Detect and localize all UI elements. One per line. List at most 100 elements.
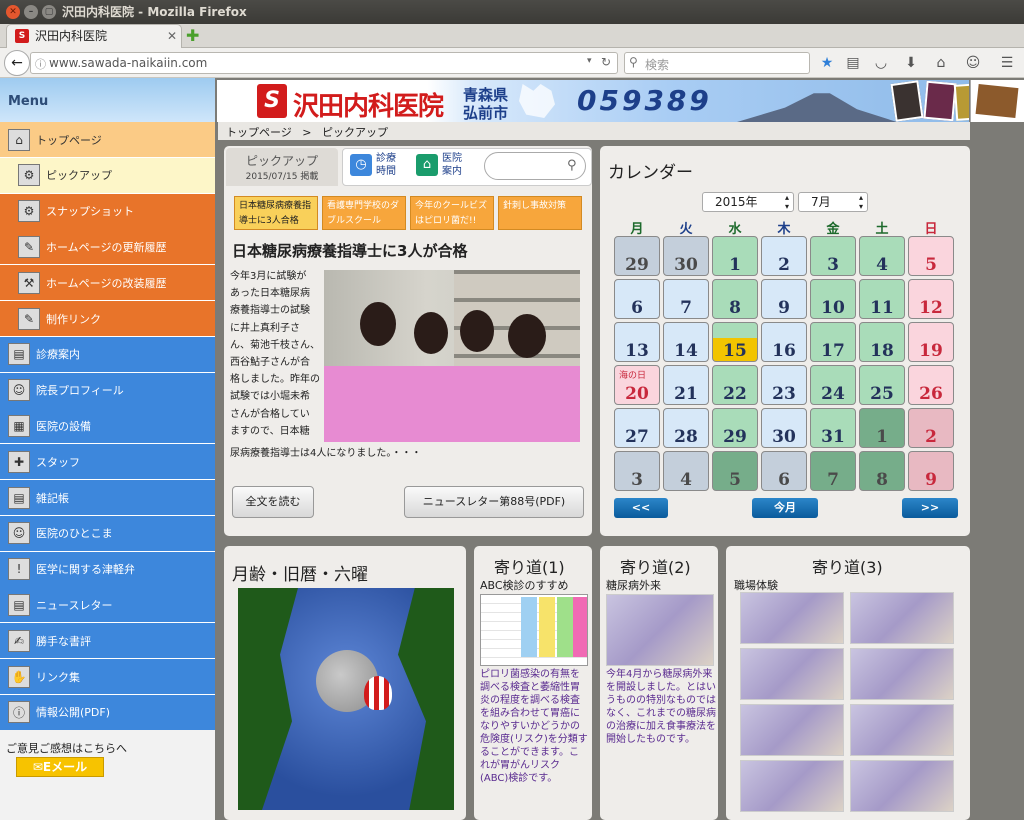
next-month-button[interactable]: >> [902, 498, 958, 518]
sidebar-item-12[interactable]: ☺ 医院のひとこま [0, 515, 215, 552]
close-tab-icon[interactable]: ✕ [167, 25, 177, 47]
email-button[interactable]: ✉Eメール [16, 757, 104, 777]
calendar-day[interactable]: 30 [761, 408, 807, 448]
calendar-day[interactable]: 24 [810, 365, 856, 405]
sidebar-item-15[interactable]: ✍ 勝手な書評 [0, 623, 215, 660]
sidebar-item-4[interactable]: ✎ ホームページの更新履歴 [0, 229, 215, 266]
calendar-day[interactable]: 9 [908, 451, 954, 491]
url-bar[interactable]: ⓘ www.sawada-naikaiin.com ▾ ↻ [30, 52, 618, 74]
sidebar-item-2[interactable]: ⚙ ピックアップ [0, 157, 215, 194]
sidebar-item-17[interactable]: ⓘ 情報公開(PDF) [0, 694, 215, 731]
calendar-day[interactable]: 1 [859, 408, 905, 448]
calendar-day[interactable]: 27 [614, 408, 660, 448]
calendar-day[interactable]: 2 [761, 236, 807, 276]
sidebar-item-16[interactable]: ✋ リンク集 [0, 659, 215, 695]
site-search-input[interactable]: ⚲ [484, 152, 586, 180]
calendar-day[interactable]: 31 [810, 408, 856, 448]
calendar-day[interactable]: 25 [859, 365, 905, 405]
calendar-day[interactable]: 22 [712, 365, 758, 405]
sidebar-item-10[interactable]: ✚ スタッフ [0, 444, 215, 481]
sidebar-item-8[interactable]: ☺ 院長プロフィール [0, 372, 215, 409]
sidebar-item-7[interactable]: ▤ 診療案内 [0, 336, 215, 373]
calendar-day[interactable]: 20 海の日 [614, 365, 660, 405]
sidebar-item-label: 情報公開(PDF) [36, 706, 111, 720]
sidebar-item-14[interactable]: ▤ ニュースレター [0, 587, 215, 624]
sidebar-item-13[interactable]: ! 医学に関する津軽弁 [0, 551, 215, 588]
calendar-day[interactable]: 5 [908, 236, 954, 276]
sidebar-item-6[interactable]: ✎ 制作リンク [0, 301, 215, 337]
year-select[interactable]: 2015年 ▴ ▾ [702, 192, 794, 212]
calendar-day[interactable]: 28 [663, 408, 709, 448]
calendar-day[interactable]: 3 [810, 236, 856, 276]
calendar-day[interactable]: 21 [663, 365, 709, 405]
pickup-tag-3[interactable]: 今年のクールビズはピロリ菌だ!! [410, 196, 494, 230]
newsletter-pdf-button[interactable]: ニュースレター第88号(PDF) [404, 486, 584, 518]
calendar-day[interactable]: 4 [859, 236, 905, 276]
calendar-day[interactable]: 8 [859, 451, 905, 491]
calendar-day[interactable]: 29 [712, 408, 758, 448]
menu-hamburger-icon[interactable]: ☰ [996, 52, 1018, 74]
calendar-day[interactable]: 14 [663, 322, 709, 362]
calendar-day[interactable]: 19 [908, 322, 954, 362]
dropdown-arrow-icon[interactable]: ▾ [587, 56, 592, 66]
calendar-day[interactable]: 7 [810, 451, 856, 491]
calendar-day[interactable]: 6 [761, 451, 807, 491]
prev-month-button[interactable]: << [614, 498, 668, 518]
pickup-tag-1[interactable]: 日本糖尿病療養指導士に3人合格 [234, 196, 318, 230]
close-window-button[interactable]: ✕ [6, 5, 20, 19]
calendar-day-number: 31 [821, 427, 845, 447]
calendar-day[interactable]: 12 [908, 279, 954, 319]
sidebar-item-5[interactable]: ⚒ ホームページの改装履歴 [0, 265, 215, 302]
calendar-day[interactable]: 2 [908, 408, 954, 448]
clinic-guide-link[interactable]: ⌂ 医院 案内 [416, 152, 474, 182]
download-icon[interactable]: ⬇ [900, 52, 922, 74]
sidebar-item-9[interactable]: ▦ 医院の設備 [0, 408, 215, 445]
calendar-day[interactable]: 13 [614, 322, 660, 362]
minimize-window-button[interactable]: – [24, 5, 38, 19]
search-box[interactable]: ⚲ 検索 [624, 52, 810, 74]
calendar-day[interactable]: 17 [810, 322, 856, 362]
calendar-day[interactable]: 30 [663, 236, 709, 276]
calendar-day[interactable]: 15 [712, 322, 758, 362]
breadcrumb-home-link[interactable]: トップページ [226, 126, 292, 139]
pocket-icon[interactable]: ◡ [870, 52, 892, 74]
home-button-icon[interactable]: ⌂ [930, 52, 952, 74]
hours-link[interactable]: ◷ 診療 時間 [350, 152, 408, 182]
calendar-day[interactable]: 26 [908, 365, 954, 405]
current-month-button[interactable]: 今月 [752, 498, 818, 518]
sidebar-item-1[interactable]: ⌂ トップページ [0, 122, 215, 158]
yorimichi2-title: 寄り道(2) [620, 558, 691, 577]
calendar-day[interactable]: 3 [614, 451, 660, 491]
calendar-day[interactable]: 23 [761, 365, 807, 405]
pickup-tag-2[interactable]: 看護専門学校のダブルスクール [322, 196, 406, 230]
reading-list-icon[interactable]: ▤ [842, 52, 864, 74]
calendar-day[interactable]: 9 [761, 279, 807, 319]
maximize-window-button[interactable]: ▢ [42, 5, 56, 19]
calendar-day-number: 1 [729, 255, 741, 275]
calendar-day[interactable]: 11 [859, 279, 905, 319]
site-search-icon[interactable]: ⚲ [567, 158, 577, 173]
calendar-day[interactable]: 8 [712, 279, 758, 319]
sidebar-item-11[interactable]: ▤ 雑記帳 [0, 480, 215, 516]
new-tab-button[interactable]: ✚ [186, 27, 202, 45]
calendar-day[interactable]: 16 [761, 322, 807, 362]
site-info-icon[interactable]: ⓘ [35, 56, 46, 72]
calendar-day[interactable]: 10 [810, 279, 856, 319]
pickup-tag-4[interactable]: 針刺し事故対策 [498, 196, 582, 230]
calendar-day[interactable]: 1 [712, 236, 758, 276]
calendar-day[interactable]: 18 [859, 322, 905, 362]
reload-icon[interactable]: ↻ [601, 55, 611, 69]
bookmark-star-icon[interactable]: ★ [816, 52, 838, 74]
calendar-day[interactable]: 6 [614, 279, 660, 319]
sidebar-item-3[interactable]: ⚙ スナップショット [0, 193, 215, 230]
calendar-day[interactable]: 7 [663, 279, 709, 319]
calendar-day[interactable]: 5 [712, 451, 758, 491]
read-more-button[interactable]: 全文を読む [232, 486, 314, 518]
back-button[interactable]: ← [4, 50, 30, 76]
sidebar-item-label: トップページ [36, 133, 102, 147]
calendar-day[interactable]: 29 [614, 236, 660, 276]
calendar-day[interactable]: 4 [663, 451, 709, 491]
browser-tab[interactable]: S 沢田内科医院 ✕ [6, 24, 182, 48]
month-select[interactable]: 7月 ▴ ▾ [798, 192, 868, 212]
chat-icon[interactable]: ☺ [962, 52, 984, 74]
